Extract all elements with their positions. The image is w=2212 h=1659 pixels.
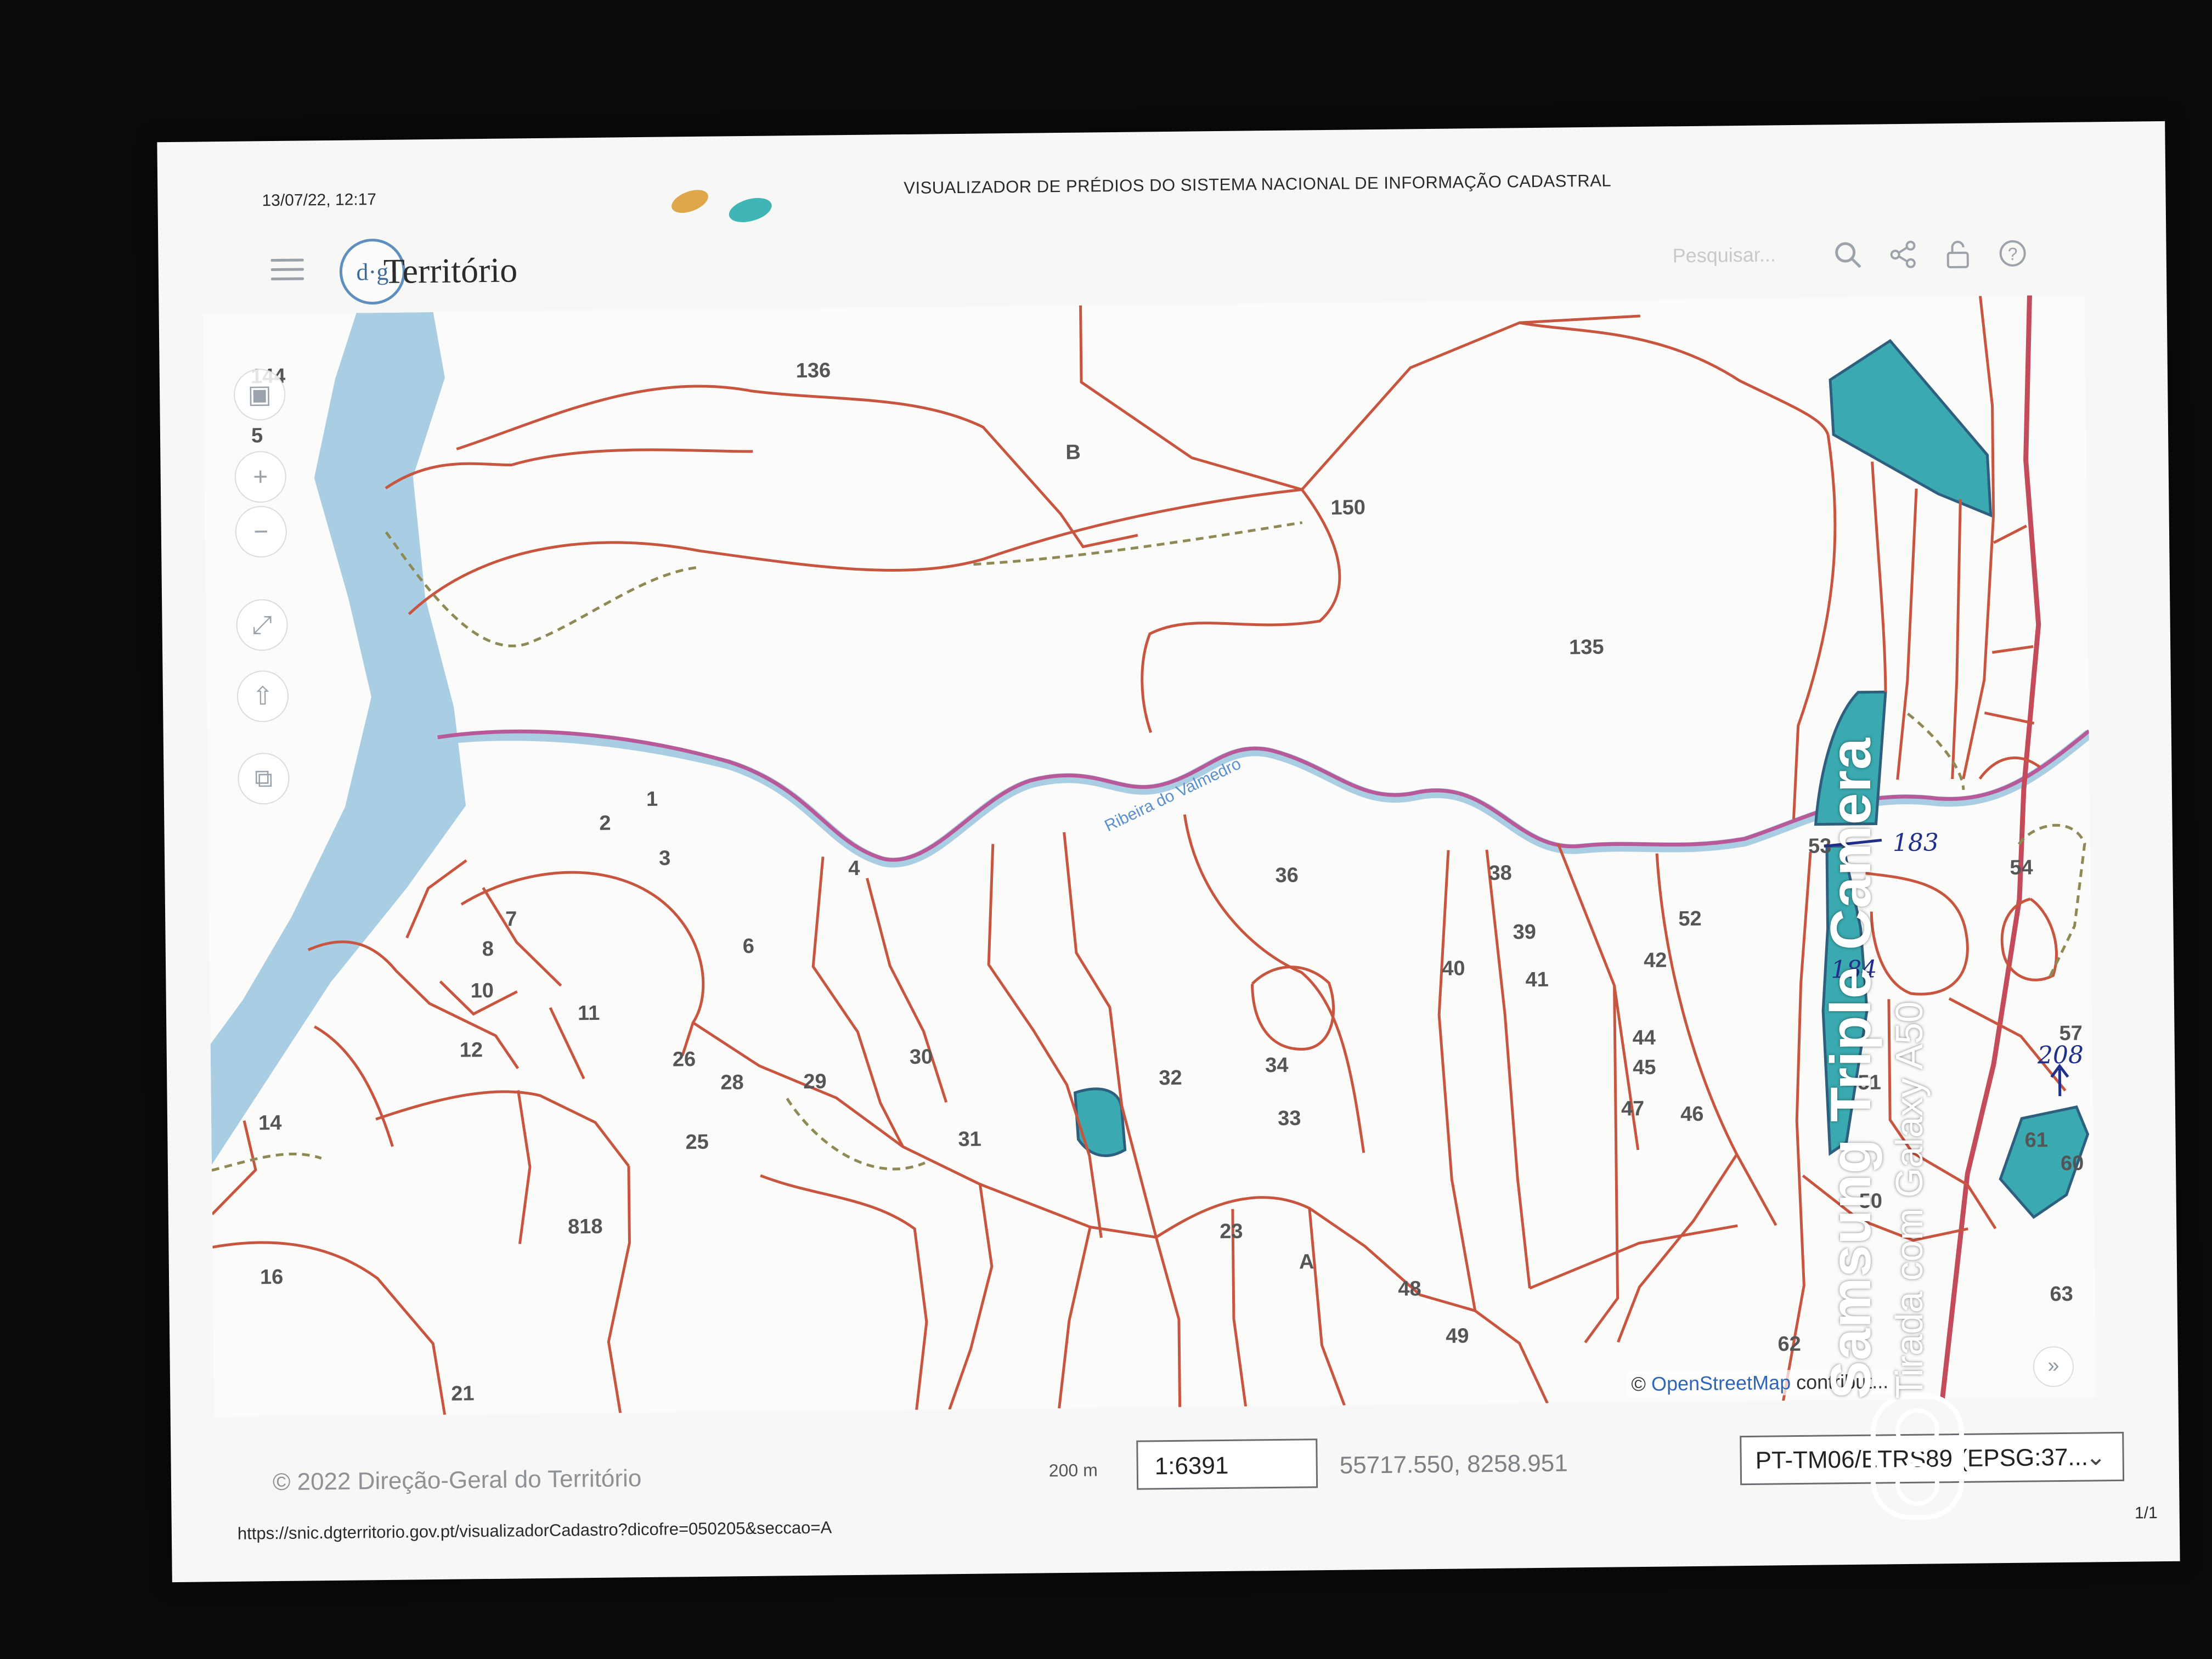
help-icon[interactable]: ? (1996, 237, 2029, 270)
reservoir (210, 312, 466, 1165)
parcel-boundaries (211, 296, 2067, 1415)
parcel-label-39[interactable]: 39 (1513, 921, 1536, 944)
dashed-paths (211, 521, 2086, 1172)
parcel-label-4[interactable]: 4 (848, 857, 860, 880)
camera-line1: Samsung Triple Camera (1819, 737, 1883, 1399)
dgterritorio-logo[interactable]: d·g Território (339, 237, 518, 305)
parcel-label-52[interactable]: 52 (1678, 907, 1702, 930)
parcel-label-150[interactable]: 150 (1330, 496, 1365, 520)
search-icon[interactable] (1831, 239, 1865, 272)
parcel-label-3[interactable]: 3 (659, 847, 671, 870)
zoom-out-icon[interactable]: − (235, 505, 287, 558)
parcel-label-38[interactable]: 38 (1488, 861, 1512, 884)
parcel-label-29[interactable]: 29 (803, 1070, 827, 1093)
measure-icon[interactable]: ⤢ (236, 599, 289, 651)
print-page-number: 1/1 (2134, 1504, 2158, 1522)
parcel-label-33[interactable]: 33 (1278, 1107, 1301, 1130)
parcel-label-45[interactable]: 45 (1633, 1056, 1656, 1079)
parcel-label-11[interactable]: 11 (578, 1002, 600, 1025)
section-label-b: B (1065, 441, 1081, 464)
coordinate-readout: 55717.550, 8258.951 (1339, 1449, 1568, 1479)
map-canvas[interactable]: 1441361341211231511531721251241261501331… (203, 295, 2096, 1417)
parcel-label-47[interactable]: 47 (1621, 1097, 1645, 1120)
parcel-label-8[interactable]: 8 (482, 938, 494, 961)
parcel-label-49[interactable]: 49 (1446, 1324, 1469, 1347)
highlighted-parcel-125[interactable] (1829, 338, 1993, 518)
parcel-label-10[interactable]: 10 (470, 979, 494, 1002)
cadastral-map[interactable]: 1441361341211231511531721251241261501331… (202, 295, 2096, 1418)
print-title: VISUALIZADOR DE PRÉDIOS DO SISTEMA NACIO… (904, 171, 1612, 198)
logo-text: Território (383, 250, 518, 291)
search-input[interactable]: Pesquisar... (1672, 243, 1815, 272)
parcel-label-31[interactable]: 31 (958, 1128, 981, 1151)
parcel-label-2[interactable]: 2 (599, 812, 611, 835)
parcel-label-41[interactable]: 41 (1525, 968, 1549, 991)
parcel-label-16[interactable]: 16 (260, 1266, 284, 1289)
scale-bar-label: 200 m (1048, 1460, 1098, 1481)
teal-stain (726, 193, 775, 227)
share-icon[interactable] (1886, 238, 1920, 272)
osm-link[interactable]: OpenStreetMap (1651, 1371, 1791, 1395)
parcel-label-25[interactable]: 25 (685, 1131, 709, 1154)
parcel-label-6[interactable]: 6 (743, 935, 755, 958)
parcel-label-14[interactable]: 14 (258, 1111, 282, 1135)
parcel-label-135[interactable]: 135 (1569, 636, 1604, 659)
parcel-label-28[interactable]: 28 (720, 1071, 744, 1094)
print-url: https://snic.dgterritorio.gov.pt/visuali… (237, 1517, 832, 1543)
camera-icon (1871, 1393, 1964, 1520)
parcel-label-7[interactable]: 7 (505, 907, 517, 930)
orange-stain (668, 185, 712, 218)
parcel-label-44[interactable]: 44 (1632, 1026, 1656, 1049)
print-date: 13/07/22, 12:17 (262, 190, 377, 210)
parcel-label-32[interactable]: 32 (1159, 1066, 1182, 1090)
highlighted-parcel-58[interactable] (1073, 1087, 1127, 1158)
parcel-label-5[interactable]: 5 (251, 424, 263, 447)
scale-input[interactable]: 1:6391 (1136, 1438, 1318, 1490)
copyright-text: © 2022 Direção-Geral do Território (272, 1465, 642, 1496)
lock-icon[interactable] (1941, 238, 1974, 271)
parcel-label-46[interactable]: 46 (1680, 1103, 1704, 1126)
parcel-label-48[interactable]: 48 (1398, 1277, 1421, 1300)
camera-text: Samsung Triple Camera Tirada com Galaxy … (1819, 737, 1931, 1399)
parcel-label-30[interactable]: 30 (910, 1046, 933, 1069)
parcel-label-26[interactable]: 26 (673, 1048, 696, 1071)
river-label: Ribeira do Valmedro (1102, 755, 1244, 836)
parcel-label-21[interactable]: 21 (451, 1382, 475, 1405)
svg-text:?: ? (2008, 244, 2018, 264)
parcel-label-23[interactable]: 23 (1220, 1220, 1243, 1243)
parcel-label-34[interactable]: 34 (1265, 1054, 1289, 1077)
camera-line2: Tirada com Galaxy A50 (1888, 1001, 1931, 1399)
parcel-label-136[interactable]: 136 (796, 359, 831, 382)
menu-icon[interactable] (270, 258, 304, 281)
parcel-label-42[interactable]: 42 (1644, 949, 1667, 972)
layers-icon[interactable]: ▣ (233, 368, 286, 421)
zoom-in-icon[interactable]: + (234, 450, 287, 503)
fullscreen-icon[interactable]: ⧉ (238, 752, 290, 805)
parcel-label-40[interactable]: 40 (1442, 957, 1465, 980)
parcel-label-12[interactable]: 12 (460, 1039, 483, 1062)
camera-watermark: Samsung Triple Camera Tirada com Galaxy … (1819, 737, 2090, 1547)
parcel-label-818[interactable]: 818 (568, 1215, 603, 1239)
parcel-label-36[interactable]: 36 (1275, 864, 1299, 887)
attribution-prefix: © (1631, 1372, 1652, 1396)
parcel-label-62[interactable]: 62 (1778, 1333, 1801, 1356)
parcel-label-1[interactable]: 1 (646, 788, 658, 811)
locate-icon[interactable]: ⇧ (236, 670, 289, 723)
section-label-a: A (1299, 1250, 1314, 1273)
